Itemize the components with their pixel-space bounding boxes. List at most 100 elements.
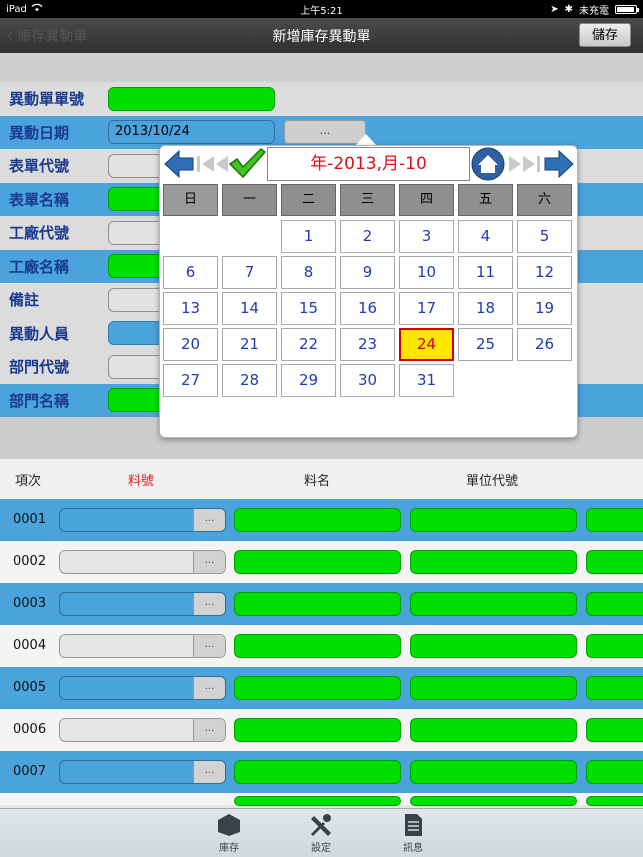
part-lookup-button[interactable]: ... (193, 509, 225, 531)
extra-field[interactable] (586, 760, 643, 784)
calendar-day[interactable]: 2 (340, 220, 395, 253)
part-no-field[interactable]: ... (59, 634, 226, 658)
first-page-icon[interactable] (196, 154, 230, 178)
extra-field[interactable] (586, 592, 643, 616)
unit-code-field[interactable] (410, 634, 577, 658)
bluetooth-icon: ✱ (564, 3, 573, 15)
unit-code-field[interactable] (410, 718, 577, 742)
weekday-label: 六 (517, 184, 572, 216)
calendar-day[interactable]: 6 (163, 256, 218, 289)
extra-field[interactable] (586, 796, 643, 806)
calendar-day[interactable]: 8 (281, 256, 336, 289)
form-label: 異動日期 (9, 123, 70, 142)
part-lookup-button[interactable]: ... (193, 677, 225, 699)
calendar-day[interactable]: 3 (399, 220, 454, 253)
calendar-day[interactable]: 13 (163, 292, 218, 325)
calendar-day[interactable]: 12 (517, 256, 572, 289)
tab-messages[interactable]: 訊息 (383, 813, 443, 854)
unit-code-field[interactable] (410, 592, 577, 616)
calendar-day[interactable]: 19 (517, 292, 572, 325)
calendar-day[interactable]: 30 (340, 364, 395, 397)
unit-code-field[interactable] (410, 796, 577, 806)
form-label: 表單代號 (9, 157, 70, 176)
part-name-field[interactable] (234, 592, 401, 616)
calendar-day[interactable]: 1 (281, 220, 336, 253)
home-icon[interactable] (471, 147, 505, 185)
table-row: 0001 ... (0, 499, 643, 541)
calendar-day[interactable]: 11 (458, 256, 513, 289)
part-no-field[interactable]: ... (59, 592, 226, 616)
calendar-day[interactable]: 29 (281, 364, 336, 397)
calendar-day[interactable]: 23 (340, 328, 395, 361)
extra-field[interactable] (586, 550, 643, 574)
calendar-day[interactable]: 31 (399, 364, 454, 397)
part-lookup-button[interactable]: ... (193, 551, 225, 573)
table-row: 0002 ... (0, 541, 643, 583)
part-name-field[interactable] (234, 550, 401, 574)
row-number: 0002 (13, 554, 47, 569)
tab-inventory[interactable]: 庫存 (199, 813, 259, 854)
part-name-field[interactable] (234, 508, 401, 532)
part-lookup-button[interactable]: ... (193, 593, 225, 615)
part-no-field[interactable]: ... (59, 550, 226, 574)
part-name-field[interactable] (234, 676, 401, 700)
extra-field[interactable] (586, 676, 643, 700)
calendar-day[interactable]: 17 (399, 292, 454, 325)
header-unit-code: 單位代號 (466, 473, 519, 489)
table-row: 0006 ... (0, 709, 643, 751)
part-name-field[interactable] (234, 796, 401, 806)
calendar-day[interactable]: 20 (163, 328, 218, 361)
calendar-day[interactable]: 10 (399, 256, 454, 289)
calendar-day[interactable]: 7 (222, 256, 277, 289)
date-field[interactable]: 2013/10/24 (108, 120, 275, 145)
calendar-day[interactable]: 18 (458, 292, 513, 325)
back-button[interactable]: ‹ 庫存異動單 (6, 25, 87, 46)
form-label: 表單名稱 (9, 190, 70, 209)
calendar-day[interactable]: 25 (458, 328, 513, 361)
form-row-doc-number: 異動單單號 (0, 82, 643, 116)
table-row: 0003 ... (0, 583, 643, 625)
weekday-label: 三 (340, 184, 395, 216)
extra-field[interactable] (586, 718, 643, 742)
last-page-icon[interactable] (507, 154, 541, 178)
part-name-field[interactable] (234, 718, 401, 742)
unit-code-field[interactable] (410, 676, 577, 700)
header-part-name: 料名 (304, 473, 331, 489)
calendar-day[interactable]: 28 (222, 364, 277, 397)
calendar-day[interactable]: 26 (517, 328, 572, 361)
part-no-field[interactable]: ... (59, 760, 226, 784)
part-no-field[interactable]: ... (59, 676, 226, 700)
clock: 上午5:21 (300, 5, 343, 17)
part-name-field[interactable] (234, 760, 401, 784)
doc-number-field[interactable] (108, 86, 275, 111)
part-no-field[interactable]: ... (59, 508, 226, 532)
calendar-day[interactable]: 16 (340, 292, 395, 325)
calendar-day[interactable]: 27 (163, 364, 218, 397)
part-name-field[interactable] (234, 634, 401, 658)
extra-field[interactable] (586, 508, 643, 532)
unit-code-field[interactable] (410, 760, 577, 784)
date-picker-button[interactable]: ... (284, 120, 366, 145)
calendar-day[interactable]: 9 (340, 256, 395, 289)
calendar-day[interactable]: 5 (517, 220, 572, 253)
extra-field[interactable] (586, 634, 643, 658)
tab-settings[interactable]: 設定 (291, 813, 351, 854)
arrow-left-icon[interactable] (163, 148, 195, 184)
calendar-day[interactable]: 21 (222, 328, 277, 361)
unit-code-field[interactable] (410, 508, 577, 532)
calendar-day[interactable]: 14 (222, 292, 277, 325)
arrow-right-icon[interactable] (543, 148, 575, 184)
confirm-check-icon[interactable] (228, 147, 267, 183)
calendar-day[interactable]: 4 (458, 220, 513, 253)
part-lookup-button[interactable]: ... (193, 761, 225, 783)
form-row-date: 異動日期 2013/10/24 ... (0, 115, 643, 149)
calendar-day[interactable]: 15 (281, 292, 336, 325)
part-lookup-button[interactable]: ... (193, 719, 225, 741)
unit-code-field[interactable] (410, 550, 577, 574)
calendar-day-selected[interactable]: 24 (399, 328, 454, 361)
save-button[interactable]: 儲存 (579, 23, 631, 47)
weekday-row: 日 一 二 三 四 五 六 (163, 184, 572, 216)
part-lookup-button[interactable]: ... (193, 635, 225, 657)
part-no-field[interactable]: ... (59, 718, 226, 742)
calendar-day[interactable]: 22 (281, 328, 336, 361)
